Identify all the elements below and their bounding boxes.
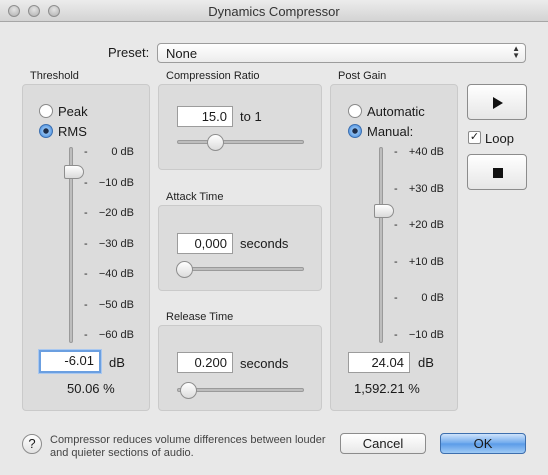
post-gain-value-field[interactable]: 24.04 — [348, 352, 410, 373]
scale-dash: - — [84, 146, 88, 158]
loop-label: Loop — [485, 131, 514, 146]
release-time-unit: seconds — [240, 356, 289, 371]
scale-tick-label: +40 dB — [408, 146, 444, 158]
compression-ratio-field[interactable]: 15.0 — [177, 106, 233, 127]
scale-dash: - — [84, 329, 88, 341]
preset-label: Preset: — [108, 45, 150, 60]
title-bar: Dynamics Compressor — [0, 0, 548, 22]
automatic-label: Automatic — [367, 104, 425, 119]
automatic-radio[interactable] — [348, 104, 362, 118]
manual-label: Manual: — [367, 124, 414, 139]
attack-time-field[interactable]: 0,000 — [177, 233, 233, 254]
post-gain-slider-handle[interactable] — [374, 204, 394, 218]
post-gain-title: Post Gain — [338, 70, 387, 82]
scale-tick-label: +30 dB — [408, 182, 444, 195]
preset-select[interactable]: None ▲ ▼ — [157, 43, 526, 63]
peak-label: Peak — [58, 104, 88, 119]
threshold-slider-handle[interactable] — [64, 165, 84, 179]
rms-radio[interactable] — [39, 124, 53, 138]
scale-tick-label: 0 dB — [111, 146, 134, 158]
threshold-value-field[interactable]: -6.01 — [39, 350, 101, 373]
scale-tick-label: −50 dB — [98, 298, 134, 311]
threshold-title: Threshold — [30, 70, 79, 82]
scale-tick-label: +10 dB — [408, 255, 444, 268]
scale-dash: - — [394, 255, 398, 268]
release-time-field[interactable]: 0.200 — [177, 352, 233, 373]
help-icon[interactable]: ? — [22, 434, 42, 454]
attack-time-title: Attack Time — [166, 191, 224, 203]
checkmark-icon: ✓ — [469, 131, 480, 143]
manual-radio[interactable] — [348, 124, 362, 138]
compression-ratio-slider-track[interactable] — [177, 140, 304, 144]
attack-time-slider-knob[interactable] — [176, 261, 193, 278]
release-time-slider-knob[interactable] — [180, 382, 197, 399]
ok-button[interactable]: OK — [440, 433, 526, 454]
cancel-button[interactable]: Cancel — [340, 433, 426, 454]
help-text: Compressor reduces volume differences be… — [50, 434, 326, 459]
post-gain-unit: dB — [418, 355, 434, 370]
scale-dash: - — [394, 219, 398, 232]
scale-dash: - — [84, 298, 88, 311]
scale-dash: - — [84, 176, 88, 189]
post-gain-slider-track[interactable] — [379, 147, 383, 343]
attack-time-unit: seconds — [240, 236, 289, 251]
scale-dash: - — [84, 268, 88, 280]
scale-tick-label: −60 dB — [98, 329, 134, 341]
peak-radio[interactable] — [39, 104, 53, 118]
scale-dash: - — [84, 207, 88, 219]
scale-tick-label: +20 dB — [408, 219, 444, 232]
scale-tick-label: −20 dB — [98, 207, 134, 219]
release-time-title: Release Time — [166, 311, 234, 323]
post-gain-percent: 1,592.21 % — [354, 381, 420, 396]
compression-ratio-title: Compression Ratio — [166, 70, 260, 82]
loop-checkbox[interactable]: ✓ — [468, 131, 481, 144]
compression-ratio-suffix: to 1 — [240, 109, 262, 124]
scale-dash: - — [394, 146, 398, 158]
scale-tick-label: −10 dB — [98, 176, 134, 189]
compression-ratio-slider-knob[interactable] — [207, 134, 224, 151]
stop-icon — [493, 168, 503, 178]
up-down-chevron-icon: ▲ ▼ — [512, 44, 520, 60]
compression-ratio-group — [158, 84, 322, 170]
scale-dash: - — [394, 182, 398, 195]
rms-label: RMS — [58, 124, 87, 139]
play-icon — [493, 97, 503, 109]
threshold-percent: 50.06 % — [67, 381, 115, 396]
threshold-unit: dB — [109, 355, 125, 370]
scale-dash: - — [394, 329, 398, 341]
scale-dash: - — [394, 292, 398, 305]
scale-tick-label: −10 dB — [408, 329, 444, 341]
scale-tick-label: −40 dB — [98, 268, 134, 280]
play-button[interactable] — [467, 84, 527, 120]
stop-button[interactable] — [467, 154, 527, 190]
window-title: Dynamics Compressor — [208, 4, 340, 19]
attack-time-slider-track[interactable] — [177, 267, 304, 271]
preset-value: None — [166, 46, 198, 61]
scale-dash: - — [84, 237, 88, 250]
scale-tick-label: 0 dB — [421, 292, 444, 305]
scale-tick-label: −30 dB — [98, 237, 134, 250]
